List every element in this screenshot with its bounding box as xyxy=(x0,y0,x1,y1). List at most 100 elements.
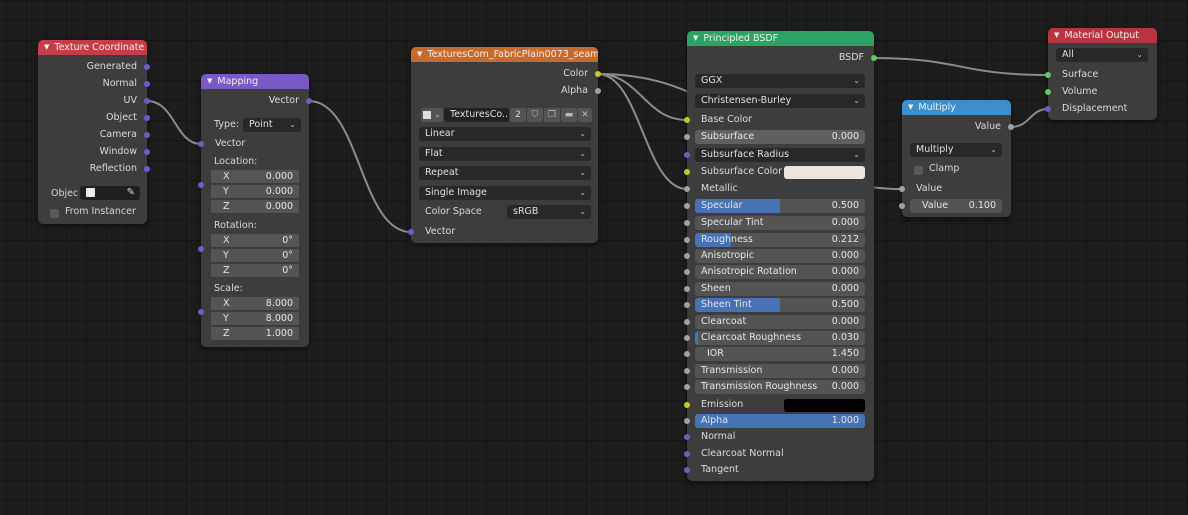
rotation-y-field[interactable]: Y 0° xyxy=(211,249,299,263)
mapping-node[interactable]: ▼ Mapping Vector Type: Point ⌄ Vector Loca… xyxy=(198,74,312,347)
node-header[interactable]: ▼ Principled BSDF xyxy=(687,31,874,46)
slider-socket-icon[interactable] xyxy=(684,286,690,292)
slider-specular[interactable]: Specular 0.500 xyxy=(695,199,865,213)
socket-icon[interactable] xyxy=(684,451,690,457)
slider-ior[interactable]: IOR 1.450 xyxy=(695,347,865,361)
collapse-triangle-icon[interactable]: ▼ xyxy=(207,74,212,89)
slider-socket-icon[interactable] xyxy=(684,319,690,325)
slider-specular-tint[interactable]: Specular Tint 0.000 xyxy=(695,216,865,230)
value-2-field[interactable]: Value 0.100 xyxy=(910,199,1002,213)
slider-clearcoat-roughness[interactable]: Clearcoat Roughness 0.030 xyxy=(695,331,865,345)
slider-socket-icon[interactable] xyxy=(684,253,690,259)
slider-socket-icon[interactable] xyxy=(684,269,690,275)
socket-icon[interactable] xyxy=(306,98,312,104)
socket-icon[interactable] xyxy=(684,186,690,192)
image-texture-node[interactable]: ▼ TexturesCom_FabricPlain0073_seamles.. C… xyxy=(408,47,601,243)
subsurface-slider[interactable]: Subsurface 0.000 xyxy=(695,130,865,144)
emission-color-swatch[interactable] xyxy=(784,399,865,412)
projection-dropdown[interactable]: Flat ⌄ xyxy=(419,147,591,161)
slider-socket-icon[interactable] xyxy=(684,351,690,357)
interpolation-dropdown[interactable]: Linear ⌄ xyxy=(419,127,591,141)
collapse-triangle-icon[interactable]: ▼ xyxy=(417,47,422,62)
socket-icon[interactable] xyxy=(684,117,690,123)
fake-user-shield-icon[interactable]: ⛉ xyxy=(527,108,543,122)
users-count[interactable]: 2 xyxy=(510,108,526,122)
scale-x-field[interactable]: X 8.000 xyxy=(211,297,299,311)
scale-socket-icon[interactable] xyxy=(198,309,204,315)
socket-icon[interactable] xyxy=(595,88,601,94)
node-header[interactable]: ▼ TexturesCom_FabricPlain0073_seamles.. xyxy=(411,47,598,62)
location-x-field[interactable]: X 0.000 xyxy=(211,170,299,184)
collapse-triangle-icon[interactable]: ▼ xyxy=(908,100,913,115)
slider-socket-icon[interactable] xyxy=(684,384,690,390)
socket-icon[interactable] xyxy=(1045,72,1051,78)
color-space-dropdown[interactable]: sRGB ⌄ xyxy=(507,205,591,219)
socket-icon[interactable] xyxy=(144,132,150,138)
collapse-triangle-icon[interactable]: ▼ xyxy=(1054,28,1059,43)
socket-icon[interactable] xyxy=(1045,106,1051,112)
socket-icon[interactable] xyxy=(684,467,690,473)
location-y-field[interactable]: Y 0.000 xyxy=(211,185,299,199)
slider-anisotropic-rotation[interactable]: Anisotropic Rotation 0.000 xyxy=(695,265,865,279)
scale-y-field[interactable]: Y 8.000 xyxy=(211,312,299,326)
value-2-socket-icon[interactable] xyxy=(899,203,905,209)
object-picker[interactable]: ✎ xyxy=(80,186,140,200)
socket-icon[interactable] xyxy=(144,98,150,104)
slider-socket-icon[interactable] xyxy=(684,335,690,341)
image-name-field[interactable]: TexturesCo.. xyxy=(444,108,509,122)
socket-icon[interactable] xyxy=(684,434,690,440)
socket-icon[interactable] xyxy=(871,55,877,61)
material-output-node[interactable]: ▼ Material Output All ⌄ Surface Volume Dis… xyxy=(1045,28,1157,120)
socket-icon[interactable] xyxy=(684,402,690,408)
texture-coordinate-node[interactable]: ▼ Texture Coordinate Generated Normal UV … xyxy=(38,40,150,224)
node-header[interactable]: ▼ Texture Coordinate xyxy=(38,40,147,55)
subsurface-radius-dropdown[interactable]: Subsurface Radius ⌄ xyxy=(695,148,865,162)
location-socket-icon[interactable] xyxy=(198,182,204,188)
open-folder-icon[interactable]: ▬ xyxy=(561,108,577,122)
socket-icon[interactable] xyxy=(144,81,150,87)
source-dropdown[interactable]: Single Image ⌄ xyxy=(419,186,591,200)
location-z-field[interactable]: Z 0.000 xyxy=(211,200,299,214)
socket-icon[interactable] xyxy=(198,141,204,147)
clamp-checkbox[interactable] xyxy=(914,166,923,175)
socket-icon[interactable] xyxy=(144,64,150,70)
math-multiply-node[interactable]: ▼ Multiply Value Multiply ⌄ Clamp Value Va… xyxy=(899,100,1014,217)
node-header[interactable]: ▼ Multiply xyxy=(902,100,1011,115)
socket-icon[interactable] xyxy=(1008,124,1014,130)
distribution-dropdown[interactable]: GGX ⌄ xyxy=(695,74,865,88)
socket-icon[interactable] xyxy=(1045,89,1051,95)
socket-icon[interactable] xyxy=(144,149,150,155)
slider-sheen[interactable]: Sheen 0.000 xyxy=(695,282,865,296)
unlink-close-icon[interactable]: ✕ xyxy=(578,108,592,122)
slider-transmission[interactable]: Transmission 0.000 xyxy=(695,364,865,378)
target-dropdown[interactable]: All ⌄ xyxy=(1056,48,1148,62)
slider-socket-icon[interactable] xyxy=(684,302,690,308)
rotation-z-field[interactable]: Z 0° xyxy=(211,264,299,278)
slider-roughness[interactable]: Roughness 0.212 xyxy=(695,233,865,247)
subsurface-socket-icon[interactable] xyxy=(684,134,690,140)
image-browse-button[interactable]: ⌄ xyxy=(421,108,443,122)
extension-dropdown[interactable]: Repeat ⌄ xyxy=(419,166,591,180)
slider-socket-icon[interactable] xyxy=(684,220,690,226)
node-header[interactable]: ▼ Mapping xyxy=(201,74,309,89)
subsurface-color-swatch[interactable] xyxy=(784,166,865,179)
slider-transmission-roughness[interactable]: Transmission Roughness 0.000 xyxy=(695,380,865,394)
slider-socket-icon[interactable] xyxy=(684,203,690,209)
rotation-x-field[interactable]: X 0° xyxy=(211,234,299,248)
principled-bsdf-node[interactable]: ▼ Principled BSDF BSDF GGX ⌄ Christensen-B… xyxy=(684,31,877,481)
operation-dropdown[interactable]: Multiply ⌄ xyxy=(910,143,1002,157)
alpha-socket-icon[interactable] xyxy=(684,418,690,424)
slider-clearcoat[interactable]: Clearcoat 0.000 xyxy=(695,315,865,329)
slider-anisotropic[interactable]: Anisotropic 0.000 xyxy=(695,249,865,263)
node-header[interactable]: ▼ Material Output xyxy=(1048,28,1157,43)
duplicate-icon[interactable]: ❐ xyxy=(544,108,560,122)
collapse-triangle-icon[interactable]: ▼ xyxy=(693,31,698,46)
socket-icon[interactable] xyxy=(899,186,905,192)
socket-icon[interactable] xyxy=(684,169,690,175)
slider-socket-icon[interactable] xyxy=(684,368,690,374)
collapse-triangle-icon[interactable]: ▼ xyxy=(44,40,49,55)
subsurface-radius-socket-icon[interactable] xyxy=(684,152,690,158)
socket-icon[interactable] xyxy=(408,229,414,235)
eyedropper-icon[interactable]: ✎ xyxy=(127,186,135,200)
slider-socket-icon[interactable] xyxy=(684,237,690,243)
